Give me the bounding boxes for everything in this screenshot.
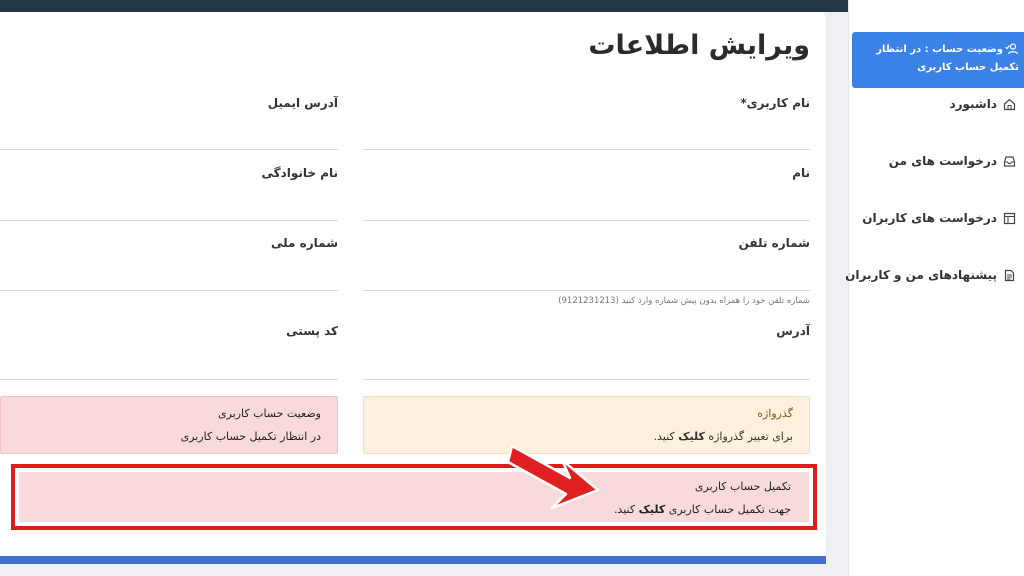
phone-label: شماره تلفن: [738, 236, 810, 250]
sidebar-item-my-requests[interactable]: درخواست های من: [889, 154, 1016, 168]
account-status-value: در انتظار تکمیل حساب کاربری: [180, 430, 321, 443]
last-name-input[interactable]: [0, 220, 338, 221]
first-name-input[interactable]: [363, 220, 810, 221]
sidebar-item-label: داشبورد: [949, 97, 997, 111]
postal-code-label: کد پستی: [286, 324, 338, 338]
email-label: آدرس ایمیل: [267, 96, 338, 110]
last-name-label: نام خانوادگی: [261, 166, 338, 180]
complete-account-box[interactable]: تکمیل حساب کاربری جهت تکمیل حساب کاربری …: [19, 472, 809, 522]
account-status-line2: تکمیل حساب کاربری: [917, 62, 1019, 73]
home-icon: [1003, 98, 1016, 110]
sidebar-item-label: درخواست های کاربران: [862, 211, 997, 225]
document-icon: [1004, 269, 1015, 281]
postal-code-input[interactable]: [0, 379, 338, 380]
email-input[interactable]: [0, 149, 338, 150]
sidebar-item-label: درخواست های من: [888, 154, 997, 168]
complete-account-title: تکمیل حساب کاربری: [694, 480, 791, 493]
complete-click-link[interactable]: کلیک: [639, 503, 666, 516]
sidebar-item-suggestions[interactable]: پیشنهادهای من و کاربران: [845, 268, 1016, 282]
address-label: آدرس: [776, 324, 810, 338]
password-box-title: گذرواژه: [757, 407, 793, 420]
username-label: نام کاربری*: [740, 96, 810, 110]
layout-icon: [1003, 212, 1016, 224]
page-title: ویرایش اطلاعات: [588, 30, 810, 61]
sidebar-item-label: پیشنهادهای من و کاربران: [845, 268, 997, 282]
complete-account-highlight: تکمیل حساب کاربری جهت تکمیل حساب کاربری …: [11, 464, 817, 530]
edit-profile-card: ویرایش اطلاعات نام کاربری* آدرس ایمیل نا…: [0, 12, 826, 564]
inbox-icon: [1003, 155, 1016, 167]
first-name-label: نام: [792, 166, 810, 180]
top-header-bar: [0, 0, 848, 12]
account-status-title: وضعیت حساب کاربری: [217, 407, 321, 420]
sidebar-item-user-requests[interactable]: درخواست های کاربران: [862, 211, 1016, 225]
user-check-icon: [1005, 43, 1019, 55]
arrow-annotation-icon: [506, 444, 600, 510]
phone-input[interactable]: [363, 290, 810, 291]
save-button[interactable]: [0, 556, 826, 564]
national-id-input[interactable]: [0, 290, 338, 291]
account-status-box: وضعیت حساب کاربری در انتظار تکمیل حساب ک…: [0, 396, 338, 454]
password-click-link[interactable]: کلیک: [678, 430, 705, 443]
national-id-label: شماره ملی: [271, 236, 338, 250]
sidebar-item-dashboard[interactable]: داشبورد: [949, 97, 1016, 111]
complete-account-text: جهت تکمیل حساب کاربری کلیک کنید.: [613, 503, 791, 516]
password-box-text: برای تغییر گذرواژه کلیک کنید.: [653, 430, 793, 443]
username-input[interactable]: [363, 149, 810, 150]
sidebar-account-status[interactable]: وضعیت حساب : در انتظار تکمیل حساب کاربری: [852, 32, 1024, 88]
account-status-line1: وضعیت حساب : در انتظار: [876, 44, 1003, 55]
phone-hint: شماره تلفن خود را همراه بدون پیش شماره و…: [558, 296, 810, 306]
sidebar: وضعیت حساب : در انتظار تکمیل حساب کاربری…: [845, 0, 1024, 576]
address-input[interactable]: [363, 379, 810, 380]
